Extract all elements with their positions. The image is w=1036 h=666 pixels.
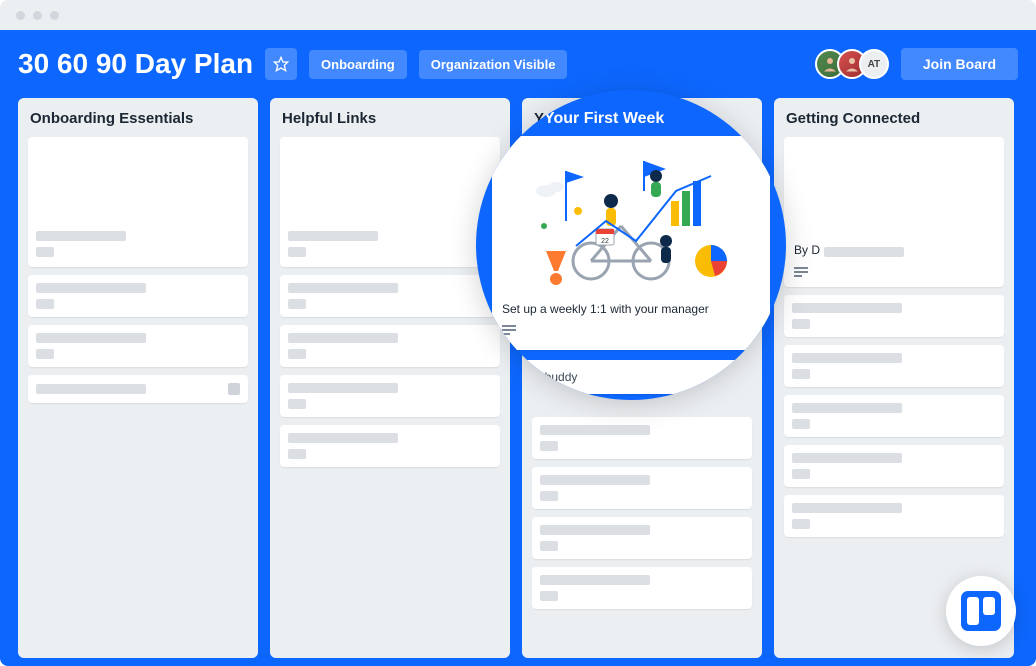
- card-title: Set up a weekly 1:1 with your manager: [502, 302, 760, 316]
- member-avatars: AT: [815, 49, 889, 79]
- star-icon: [273, 56, 289, 72]
- browser-chrome: [0, 0, 1036, 30]
- traffic-light-zoom[interactable]: [50, 11, 59, 20]
- card-setup-weekly[interactable]: 22 Set up a weekly 1:1 with your manager: [492, 136, 770, 350]
- traffic-light-minimize[interactable]: [33, 11, 42, 20]
- join-board-button[interactable]: Join Board: [901, 48, 1018, 80]
- card-placeholder[interactable]: [784, 295, 1004, 337]
- card-cover-illustration: 22: [502, 146, 760, 296]
- card-placeholder[interactable]: [28, 375, 248, 403]
- card-placeholder[interactable]: [280, 375, 500, 417]
- card-placeholder[interactable]: [532, 517, 752, 559]
- list-title[interactable]: Helpful Links: [280, 108, 500, 129]
- board-title: 30 60 90 Day Plan: [18, 48, 253, 80]
- card-placeholder[interactable]: [532, 417, 752, 459]
- card-placeholder[interactable]: [28, 275, 248, 317]
- onboarding-tag[interactable]: Onboarding: [309, 50, 407, 79]
- card-placeholder[interactable]: [784, 495, 1004, 537]
- list-onboarding-essentials: Onboarding Essentials: [18, 98, 258, 658]
- star-button[interactable]: [265, 48, 297, 80]
- magnified-view: Your First Week: [476, 90, 786, 400]
- traffic-light-close[interactable]: [16, 11, 25, 20]
- list-title[interactable]: Getting Connected: [784, 108, 1004, 129]
- list-helpful-links: Helpful Links: [270, 98, 510, 658]
- list-title[interactable]: Onboarding Essentials: [28, 108, 248, 129]
- visibility-button[interactable]: Organization Visible: [419, 50, 568, 79]
- card-placeholder[interactable]: [784, 395, 1004, 437]
- board-header: 30 60 90 Day Plan Onboarding Organizatio…: [18, 48, 1018, 80]
- svg-text:22: 22: [601, 238, 609, 245]
- list-getting-connected: Getting Connected By D: [774, 98, 1014, 658]
- card-title-fragment: By D: [794, 243, 820, 257]
- card-placeholder[interactable]: [28, 325, 248, 367]
- description-icon: [794, 267, 808, 277]
- card-placeholder[interactable]: [280, 275, 500, 317]
- avatar-initials[interactable]: AT: [859, 49, 889, 79]
- card-placeholder[interactable]: [784, 445, 1004, 487]
- trello-app-badge[interactable]: [946, 576, 1016, 646]
- description-icon: [502, 325, 516, 335]
- card-placeholder[interactable]: [784, 345, 1004, 387]
- card-with-cover[interactable]: By D: [784, 137, 1004, 287]
- card-placeholder[interactable]: [532, 567, 752, 609]
- card-placeholder[interactable]: [280, 137, 500, 267]
- trello-icon: [961, 591, 1001, 631]
- card-placeholder[interactable]: [280, 325, 500, 367]
- card-placeholder[interactable]: [28, 137, 248, 267]
- card-placeholder[interactable]: [280, 425, 500, 467]
- card-placeholder[interactable]: [532, 467, 752, 509]
